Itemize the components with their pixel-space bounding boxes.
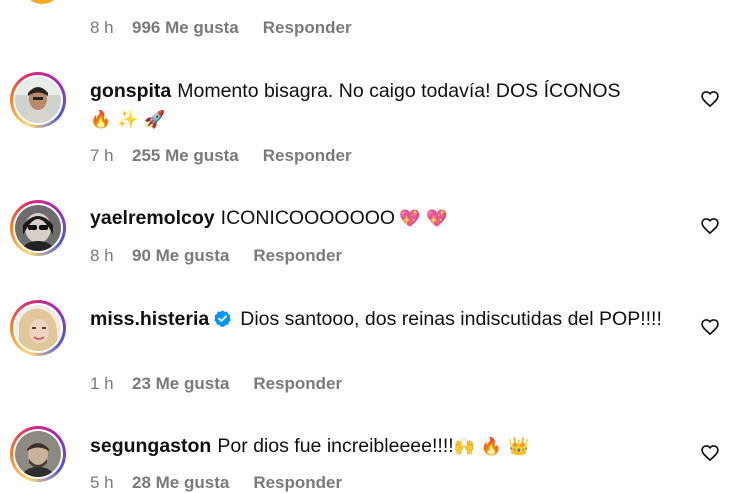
comment-item: yaelremolcoy ICONICOOOOOOO 💖 💖 8 h 90 Me gu… [0,198,734,278]
comment-item: gonspita Momento bisagra. No caigo todaví… [0,70,734,180]
likes-count[interactable]: 23 Me gusta [132,374,229,394]
heart-icon[interactable] [700,89,720,109]
comment-time: 7 h [90,146,114,165]
avatar[interactable] [10,300,66,356]
fire-emoji: 🔥 [480,437,502,456]
comment-body: gonspita Momento bisagra. No caigo todaví… [90,77,670,134]
comment-body: segungaston Por dios fue increibleeee!!!!… [90,432,670,461]
comment-item: segungaston Por dios fue increibleeee!!!!… [0,424,734,492]
avatar[interactable] [10,72,66,128]
avatar[interactable] [10,426,66,482]
comment-meta: 7 h 255 Me gusta Responder [90,146,352,166]
comment-meta: 1 h 23 Me gusta Responder [90,374,342,394]
likes-count[interactable]: 28 Me gusta [132,473,229,493]
comment-partial: 8 h 996 Me gusta Responder [0,0,734,50]
comment-username[interactable]: yaelremolcoy [90,207,215,229]
comment-text: Momento bisagra. No caigo todavía! DOS Í… [177,80,621,102]
comment-time: 1 h [90,374,114,393]
comment-time: 8 h [90,246,114,265]
comment-text: Dios santooo, dos reinas indiscutidas de… [240,308,662,330]
reply-button[interactable]: Responder [253,374,342,394]
reply-button[interactable]: Responder [253,473,342,493]
comment-meta: 5 h 28 Me gusta Responder [90,473,342,493]
comment-text: ICONICOOOOOOO [220,207,396,229]
comment-username[interactable]: miss.histeria [90,308,209,330]
heart-icon[interactable] [700,317,720,337]
comment-username[interactable]: gonspita [90,80,171,102]
verified-badge-icon [214,310,232,327]
comment-body: miss.histeria Dios santooo, dos reinas in… [90,305,670,333]
raising-hands-emoji: 🙌 [453,437,475,456]
comment-item: miss.histeria Dios santooo, dos reinas in… [0,298,734,408]
reply-button[interactable]: Responder [253,246,342,266]
reply-button[interactable]: Responder [263,18,352,38]
avatar[interactable] [10,200,66,256]
heart-emoji: 💖 [426,209,448,228]
fire-emoji: 🔥 [90,110,112,129]
likes-count[interactable]: 90 Me gusta [132,246,229,266]
rocket-emoji: 🚀 [144,110,166,129]
comment-username[interactable]: segungaston [90,435,211,457]
heart-icon[interactable] [700,443,720,463]
heart-emoji: 💖 [399,209,421,228]
comment-meta: 8 h 996 Me gusta Responder [90,18,352,38]
heart-icon[interactable] [700,216,720,236]
reply-button[interactable]: Responder [263,146,352,166]
comment-time: 5 h [90,473,114,492]
likes-count[interactable]: 996 Me gusta [132,18,239,38]
comment-body: yaelremolcoy ICONICOOOOOOO 💖 💖 [90,204,670,233]
comment-meta: 8 h 90 Me gusta Responder [90,246,342,266]
crown-emoji: 👑 [508,437,530,456]
avatar[interactable] [22,0,62,4]
comment-text: Por dios fue increibleeee!!!! [217,435,454,457]
sparkles-emoji: ✨ [117,110,139,129]
likes-count[interactable]: 255 Me gusta [132,146,239,166]
comment-time: 8 h [90,18,114,37]
